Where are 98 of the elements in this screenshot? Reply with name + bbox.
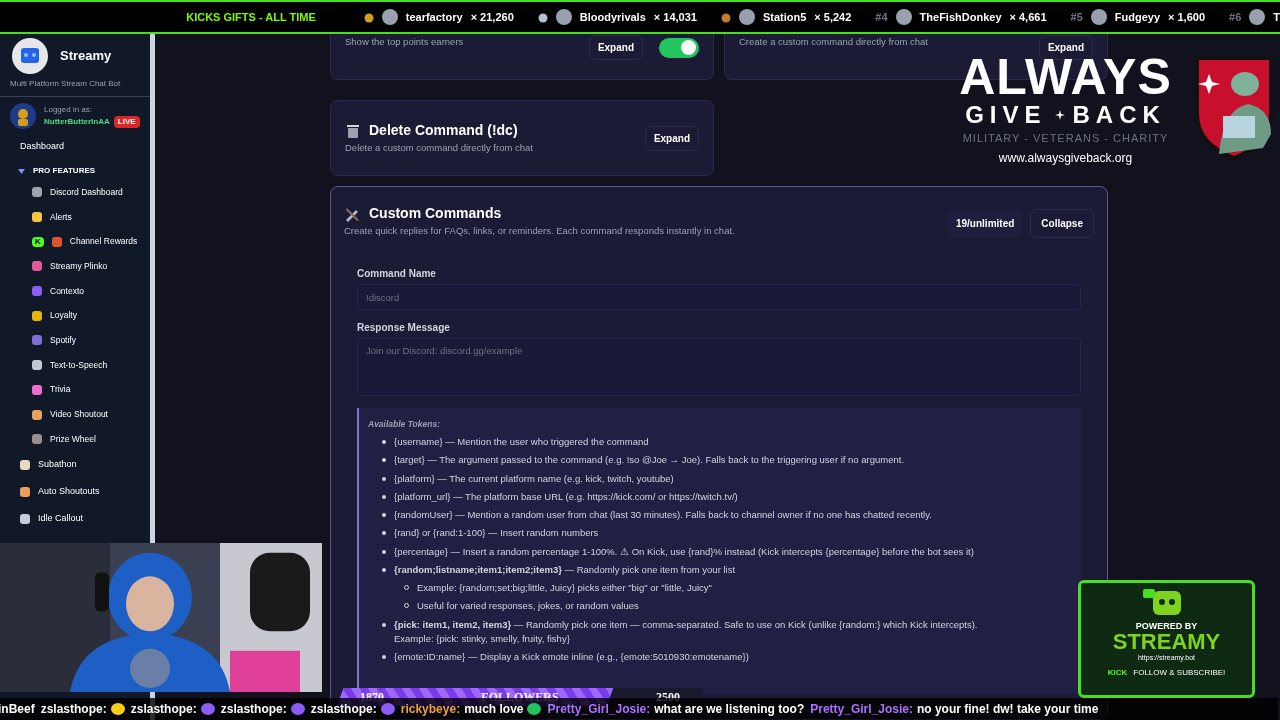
token-description: {rand} or {rand:1-100} — Insert random numbers [394, 526, 599, 541]
sidebar-item[interactable]: Discord Dashboard [0, 180, 150, 205]
expand-button[interactable]: Expand [1038, 35, 1093, 60]
avatar-icon [555, 9, 572, 25]
chat-message: much love [464, 701, 524, 718]
sidebar-item[interactable]: Trivia [0, 377, 150, 403]
token-description: {random;listname;item1;item2;item3} — Randomly pick one item from your list [394, 562, 736, 577]
token-example: Example: {random;set;big;little, Juicy} picks either "big" or "little, Juicy" [417, 581, 712, 595]
gift-count: × 14,031 [653, 9, 697, 25]
ticker-title: KICKS GIFTS - ALL TIME [186, 9, 316, 25]
chat-username: zslasthope: [40, 701, 107, 718]
charity-url: www.alwaysgiveback.org [998, 149, 1133, 167]
card-subtitle: Create a custom command directly from chat [739, 35, 928, 49]
sidebar-item[interactable]: Streamy Plinko [0, 254, 150, 279]
gift-count: × 21,260 [470, 9, 514, 25]
user-name: Fudgeyy [1114, 9, 1160, 25]
charity-wordmark: BACK [1072, 100, 1166, 130]
sidebar-item[interactable]: Dashboard [0, 133, 150, 160]
token-description: {percentage} — Insert a random percentage 1-100%. ⚠ On Kick, use {rand}% instead (Kick intercepts {percentage} before the bot sees it) [394, 544, 974, 559]
sidebar-item[interactable]: K Channel Rewards [0, 229, 150, 255]
platform-label: KICK [1107, 666, 1128, 679]
tools-icon [344, 205, 361, 222]
avatar-icon [1249, 9, 1266, 25]
brand-tagline: Multi Platform Stream Chat Bot [0, 78, 150, 97]
chat-message: no your fine! dw! take your time [916, 701, 1099, 718]
user-name: TheFishDonkey [919, 9, 1002, 25]
avatar-icon [381, 9, 398, 25]
collapse-button[interactable]: Collapse [1030, 209, 1094, 238]
username: NutterButterInAA [44, 116, 110, 128]
sidebar-item[interactable]: Auto Shoutouts [0, 478, 150, 506]
charity-tagline: MILITARY - VETERANS - CHARITY [962, 131, 1169, 146]
live-badge: LIVE [113, 116, 140, 128]
command-name-field[interactable]: !discord [357, 284, 1081, 311]
sidebar-item[interactable]: Text-to-Speech [0, 352, 150, 378]
trash-icon [345, 122, 361, 139]
gift-count: × 4,661 [1009, 9, 1047, 25]
toggle-switch[interactable] [659, 37, 699, 58]
badge-caption: POWERED BY [1135, 621, 1198, 631]
token-description: {username} — Mention the user who triggered the command [394, 435, 649, 449]
user-name: T [1273, 9, 1280, 25]
avatar-icon [1090, 9, 1107, 25]
user-name: tearfactory [405, 9, 463, 25]
rank-label: #5 [1070, 9, 1083, 25]
sparkle-icon [1054, 110, 1065, 120]
token-description: {target} — The argument passed to the command (e.g. !so @Joe → Joe). Falls back to the triggering user if no argument. [394, 453, 905, 468]
sidebar-item[interactable]: Idle Callout [0, 505, 150, 533]
token-description: {randomUser} — Mention a random user from chat (last 30 minutes). Falls back to channel owner if no one has chatted recently. [394, 508, 932, 522]
tokens-heading: Available Tokens: [368, 418, 441, 431]
panel-title: Custom Commands [369, 204, 502, 223]
robot-logo-icon [12, 38, 48, 74]
user-avatar-icon [10, 103, 36, 129]
section-header[interactable]: PRO FEATURES [0, 162, 150, 180]
card-title: Delete Command (!dc) [369, 121, 518, 141]
rank-label: #4 [875, 9, 888, 25]
kick-badge: K [32, 236, 44, 247]
sidebar-item[interactable]: Loyalty [0, 303, 150, 329]
chat-username: zslasthope: [220, 701, 287, 718]
chat-message: what are we listening too? [654, 701, 805, 718]
gift-count: × 1,600 [1168, 9, 1205, 25]
token-description: {platform} — The current platform name (e.g. kick, twitch, youtube) [394, 471, 674, 486]
sidebar-item[interactable]: Spotify [0, 328, 150, 353]
panel-subtitle: Create quick replies for FAQs, links, or reminders. Each command responds instantly in chat. [344, 224, 735, 238]
avatar-icon [738, 9, 755, 25]
soldier-shield-icon [1193, 54, 1275, 160]
token-example: Example: {pick: stinky, smelly, fruity, fishy} [393, 631, 571, 646]
response-field[interactable]: Join our Discord: discord.gg/example [357, 338, 1081, 397]
sidebar-item[interactable]: Contexto [0, 278, 150, 304]
sidebar-item[interactable]: Alerts [0, 204, 150, 230]
sidebar-item[interactable]: Subathon [0, 451, 150, 479]
login-label: Logged in as: [44, 104, 94, 116]
expand-button[interactable]: Expand [588, 35, 643, 60]
command-count: 19/unlimited [947, 210, 1023, 237]
card-subtitle: Delete a custom command directly from chat [345, 141, 533, 156]
field-label: Response Message [357, 321, 451, 336]
token-description: {pick: item1, item2, item3} — Randomly pick one item — comma-separated. Safe to use on Kick (unlike {random:} which Kick intercepts). [394, 617, 978, 632]
goal-target: 2500 [656, 689, 680, 704]
chat-username: rickybeye: [400, 701, 461, 718]
user-name: Station5 [762, 9, 807, 25]
chat-username: zslasthope: [130, 701, 197, 718]
expand-button[interactable]: Expand [644, 125, 699, 151]
avatar-icon [895, 9, 912, 25]
chat-username: zslasthope: [310, 701, 377, 718]
token-example: Useful for varied responses, jokes, or random values [417, 599, 639, 614]
user-name: Bloodyrivals [579, 9, 646, 25]
field-label: Command Name [357, 267, 437, 282]
rank-label: #6 [1229, 9, 1242, 25]
chat-username: Pretty_Girl_Josie: [547, 701, 651, 718]
brand-name: Streamy [60, 47, 112, 66]
token-description: {emote:ID:name} — Display a Kick emote inline (e.g., {emote:5010930:emotename}) [394, 650, 749, 664]
sidebar-item[interactable]: Video Shoutout [0, 402, 150, 427]
sidebar-item[interactable]: Prize Wheel [0, 426, 150, 452]
badge-cta: FOLLOW & SUBSCRIBE! [1133, 666, 1226, 679]
card-subtitle: Show the top points earners [345, 35, 464, 49]
gift-count: × 5,242 [814, 9, 852, 25]
charity-wordmark: GIVE [965, 100, 1047, 130]
token-description: {platform_url} — The platform base URL (e.g. https://kick.com/ or https://twitch.tv/) [394, 489, 738, 504]
chat-username: Pretty_Girl_Josie: [810, 701, 913, 718]
badge-wordmark: STREAMY [1112, 631, 1221, 653]
